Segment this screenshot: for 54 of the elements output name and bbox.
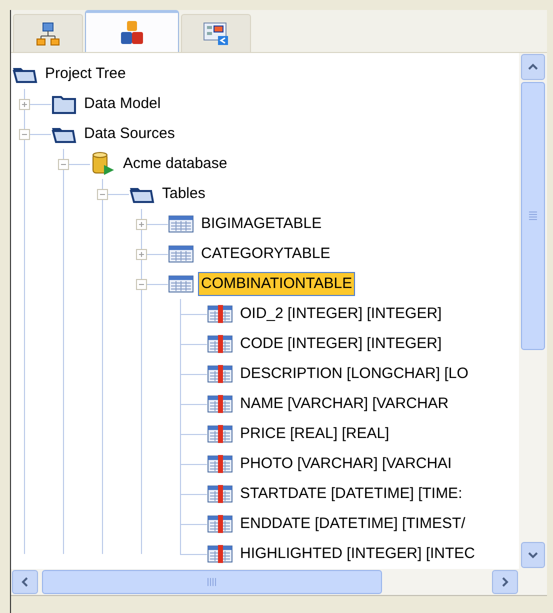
table-icon [168, 244, 194, 264]
tree-item[interactable]: Project Tree [42, 62, 129, 86]
table-icon [168, 214, 194, 234]
folder-icon [51, 94, 77, 114]
tree-item[interactable]: NAME [VARCHAR] [VARCHAR [237, 392, 452, 416]
column-icon [207, 334, 233, 354]
tree-item[interactable]: STARTDATE [DATETIME] [TIME: [237, 482, 466, 506]
column-icon [207, 484, 233, 504]
vertical-scrollbar[interactable] [519, 53, 547, 569]
tree-item[interactable]: CODE [INTEGER] [INTEGER] [237, 332, 445, 356]
panel-tab[interactable] [85, 10, 179, 52]
scroll-left-button[interactable] [12, 570, 38, 594]
column-icon [207, 544, 233, 564]
tree-item[interactable]: HIGHLIGHTED [INTEGER] [INTEC [237, 542, 478, 566]
expand-toggle[interactable] [136, 218, 147, 230]
column-icon [207, 364, 233, 384]
column-icon [207, 454, 233, 474]
tree-item[interactable]: CATEGORYTABLE [198, 242, 334, 266]
panel-tab[interactable] [181, 14, 251, 52]
column-icon [207, 394, 233, 414]
tree-item[interactable]: Data Sources [81, 122, 178, 146]
database-icon [90, 151, 116, 177]
tree-item[interactable]: Data Model [81, 92, 164, 116]
grip-icon [207, 578, 217, 586]
panel-tab[interactable] [13, 14, 83, 52]
grip-icon [529, 211, 537, 221]
tree-item[interactable]: BIGIMAGETABLE [198, 212, 325, 236]
column-icon [207, 304, 233, 324]
tree-item[interactable]: OID_2 [INTEGER] [INTEGER] [237, 302, 445, 326]
cubes-icon [119, 20, 145, 46]
expand-toggle[interactable] [19, 98, 30, 110]
scroll-up-button[interactable] [521, 54, 545, 80]
tree-item[interactable]: PHOTO [VARCHAR] [VARCHAI [237, 452, 455, 476]
tree-item[interactable]: Tables [159, 182, 208, 206]
tree-item[interactable]: PRICE [REAL] [REAL] [237, 422, 392, 446]
column-icon [207, 424, 233, 444]
horizontal-scrollbar[interactable] [11, 569, 519, 595]
scroll-right-button[interactable] [492, 570, 518, 594]
tree-item[interactable]: Acme database [120, 152, 230, 176]
collapse-toggle[interactable] [19, 128, 30, 140]
expand-toggle[interactable] [136, 248, 147, 260]
form-icon [203, 22, 229, 46]
table-icon [168, 274, 194, 294]
scroll-down-button[interactable] [521, 542, 545, 568]
scroll-thumb[interactable] [42, 570, 382, 594]
hierarchy-icon [36, 22, 60, 46]
scroll-thumb[interactable] [521, 82, 545, 350]
collapse-toggle[interactable] [58, 158, 69, 170]
collapse-toggle[interactable] [97, 188, 108, 200]
tree-item[interactable]: COMBINATIONTABLE [198, 272, 356, 296]
tree-item[interactable]: ENDDATE [DATETIME] [TIMEST/ [237, 512, 468, 536]
tree-item[interactable]: DESCRIPTION [LONGCHAR] [LO [237, 362, 472, 386]
collapse-toggle[interactable] [136, 278, 147, 290]
column-icon [207, 514, 233, 534]
